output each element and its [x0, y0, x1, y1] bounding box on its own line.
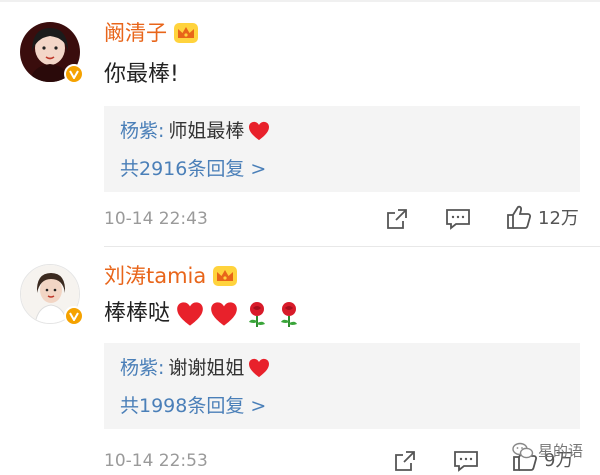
heart-emoji-icon — [249, 358, 270, 378]
reply-box[interactable]: 杨紫: 谢谢姐姐 共1998条回复 > — [104, 343, 580, 429]
wechat-icon — [512, 442, 534, 458]
comment-text: 你最棒! — [104, 62, 179, 87]
view-replies-link[interactable]: 共2916条回复 > — [120, 156, 266, 182]
reply-username[interactable]: 杨紫: — [120, 118, 164, 144]
heart-emoji-icon — [249, 121, 270, 141]
comment-button[interactable] — [445, 207, 471, 231]
rose-emoji-icon — [249, 302, 266, 327]
view-replies-link[interactable]: 共1998条回复 > — [120, 393, 266, 419]
comment-icon — [454, 451, 478, 472]
rose-emoji-icon — [281, 302, 298, 327]
username-text[interactable]: 刘涛tamia — [104, 262, 206, 290]
username-text[interactable]: 阚清子 — [104, 19, 167, 47]
reply-line: 杨紫: 师姐最棒 — [120, 118, 270, 144]
reply-text: 师姐最棒 — [168, 120, 245, 142]
avatar[interactable] — [20, 22, 84, 84]
username[interactable]: 阚清子 — [104, 19, 199, 47]
verified-badge-icon — [64, 64, 84, 84]
share-icon — [395, 451, 415, 471]
reply-line: 杨紫: 谢谢姐姐 — [120, 355, 270, 381]
reply-box[interactable]: 杨紫: 师姐最棒 共2916条回复 > — [104, 106, 580, 192]
watermark-text: 星的语 — [538, 442, 584, 460]
avatar[interactable] — [20, 264, 84, 326]
reply-text: 谢谢姐姐 — [168, 357, 245, 379]
crown-icon — [174, 23, 198, 43]
divider — [104, 246, 600, 247]
comment-item: 阚清子 你最棒! 杨紫: 师姐最棒 共2916条回复 > 10-14 22:43 — [0, 0, 600, 250]
watermark: 星的语 — [512, 440, 583, 461]
share-button[interactable] — [385, 207, 409, 231]
heart-emoji-icon — [177, 302, 203, 326]
comment-text: 棒棒哒 — [104, 299, 302, 329]
comment-icon — [446, 209, 470, 230]
like-count: 12万 — [538, 208, 579, 229]
reply-username[interactable]: 杨紫: — [120, 355, 164, 381]
like-icon — [507, 205, 532, 229]
share-icon — [387, 209, 407, 229]
heart-emoji-icon — [211, 302, 237, 326]
username[interactable]: 刘涛tamia — [104, 262, 238, 290]
timestamp: 10-14 22:53 — [104, 451, 208, 471]
like-button[interactable]: 12万 — [506, 204, 579, 230]
comment-button[interactable] — [453, 449, 479, 473]
comment-item: 刘涛tamia 棒棒哒 杨紫: 谢谢姐姐 共1998条回复 > 10-14 22… — [0, 250, 600, 475]
timestamp: 10-14 22:43 — [104, 209, 208, 229]
verified-badge-icon — [64, 306, 84, 326]
crown-icon — [213, 266, 238, 286]
share-button[interactable] — [393, 449, 417, 473]
